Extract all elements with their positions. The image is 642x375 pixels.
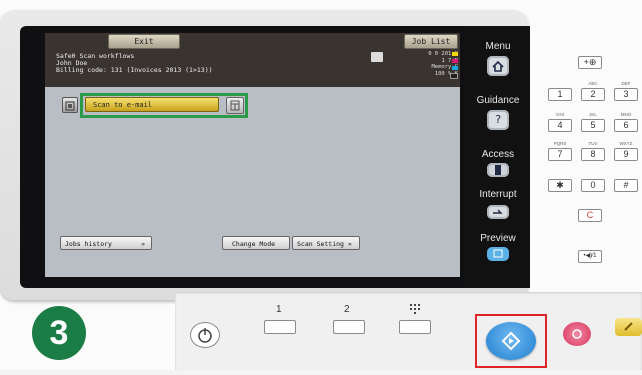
menu-label: Menu: [485, 41, 511, 52]
toner-cyan: [452, 66, 458, 70]
keypad-key[interactable]: 8 TUV: [581, 141, 605, 161]
keypad-key[interactable]: 5 JKL: [581, 112, 605, 132]
keypad-key[interactable]: 1: [548, 88, 572, 101]
clear-key[interactable]: C: [578, 209, 602, 222]
interrupt-icon[interactable]: [487, 205, 509, 219]
question-icon[interactable]: ?: [487, 110, 509, 130]
preview-label: Preview: [480, 233, 516, 244]
keypad-key[interactable]: 9 WXYZ: [614, 141, 638, 161]
jobs-history-label: Jobs history: [65, 240, 112, 248]
guidance-label: Guidance: [476, 95, 520, 106]
keypad-key-label: ✱: [556, 180, 564, 190]
keypad-key-letters: ABC: [588, 81, 598, 86]
toner-magenta: [452, 59, 458, 63]
toner-yellow: [452, 52, 458, 56]
keypad-key-label: #: [623, 180, 629, 190]
shortcut-icon[interactable]: [226, 97, 244, 114]
keypad-key-label: 6: [623, 120, 629, 130]
mail-status-icon: [371, 52, 383, 62]
start-diamond-icon[interactable]: [486, 322, 536, 360]
keypad-key-label: 1: [557, 89, 563, 99]
keypad-key-letters: DEF: [621, 81, 631, 86]
keypad-key-label: 7: [557, 149, 563, 159]
keypad-key-letters: PQRS: [553, 141, 567, 146]
keypad-key-label: 2: [590, 89, 596, 99]
keypad-key[interactable]: 3 DEF: [614, 81, 638, 101]
job-list-button[interactable]: Job List: [404, 34, 458, 49]
register-key-1[interactable]: [264, 320, 296, 334]
keypad-key[interactable]: 6 MNO: [614, 112, 638, 132]
interrupt-label: Interrupt: [479, 189, 517, 200]
keypad-key-label: 3: [623, 89, 629, 99]
key-2-label: 2: [344, 304, 350, 315]
grid-icon: [410, 304, 420, 316]
keypad-key-letters: MNO: [620, 112, 632, 117]
keypad-key[interactable]: 0: [581, 179, 605, 192]
status-line: 100 % K: [434, 70, 458, 77]
register-key-2[interactable]: [333, 320, 365, 334]
keypad-key-label: 4: [557, 120, 563, 130]
chevron-right-icon: »: [141, 240, 145, 248]
scan-setting-button[interactable]: Scan Setting »: [292, 236, 360, 250]
zoom-key[interactable]: +⊕: [578, 56, 602, 69]
keypad-key[interactable]: 2 ABC: [581, 81, 605, 101]
toner-black: [450, 73, 458, 79]
door-icon[interactable]: [487, 163, 509, 177]
scan-to-email-button[interactable]: Scan to e-mail: [85, 97, 219, 112]
keypad-key-label: 5: [590, 120, 596, 130]
keypad-key-label: 9: [623, 149, 629, 159]
keypad-key-letters: TUV: [588, 141, 598, 146]
register-key-3[interactable]: [399, 320, 431, 334]
jobs-history-button[interactable]: Jobs history »: [60, 236, 152, 250]
billing-code: Billing code: 131 (Invoices 2013 (1>13)): [56, 66, 213, 74]
keypad-key-letters: GHI: [555, 112, 564, 117]
step-number-badge: 3: [32, 306, 86, 360]
key-1-label: 1: [276, 304, 282, 315]
change-mode-button[interactable]: Change Mode: [222, 236, 290, 250]
power-icon[interactable]: [190, 322, 220, 348]
keypad-key-letters: WXYZ: [619, 141, 633, 146]
keypad-key[interactable]: #: [614, 179, 638, 192]
document-icon[interactable]: [62, 97, 78, 113]
keypad-key-label: 0: [590, 180, 596, 190]
device-status: 0 0 201 Y 1 7 M Memory C 100 % K: [396, 51, 458, 79]
keypad-key[interactable]: ✱: [548, 179, 572, 192]
access-label: Access: [481, 149, 515, 160]
voice-key[interactable]: •◀)⁄1: [578, 250, 602, 263]
reset-icon[interactable]: [615, 318, 642, 336]
exit-button[interactable]: Exit: [108, 34, 180, 49]
keypad-key[interactable]: 7 PQRS: [548, 141, 572, 161]
keypad-key-label: 8: [590, 149, 596, 159]
keypad-key[interactable]: 4 GHI: [548, 112, 572, 132]
preview-icon[interactable]: [487, 247, 509, 261]
keypad-key-letters: JKL: [589, 112, 597, 117]
home-icon[interactable]: [487, 56, 509, 76]
stop-icon[interactable]: [563, 322, 591, 346]
